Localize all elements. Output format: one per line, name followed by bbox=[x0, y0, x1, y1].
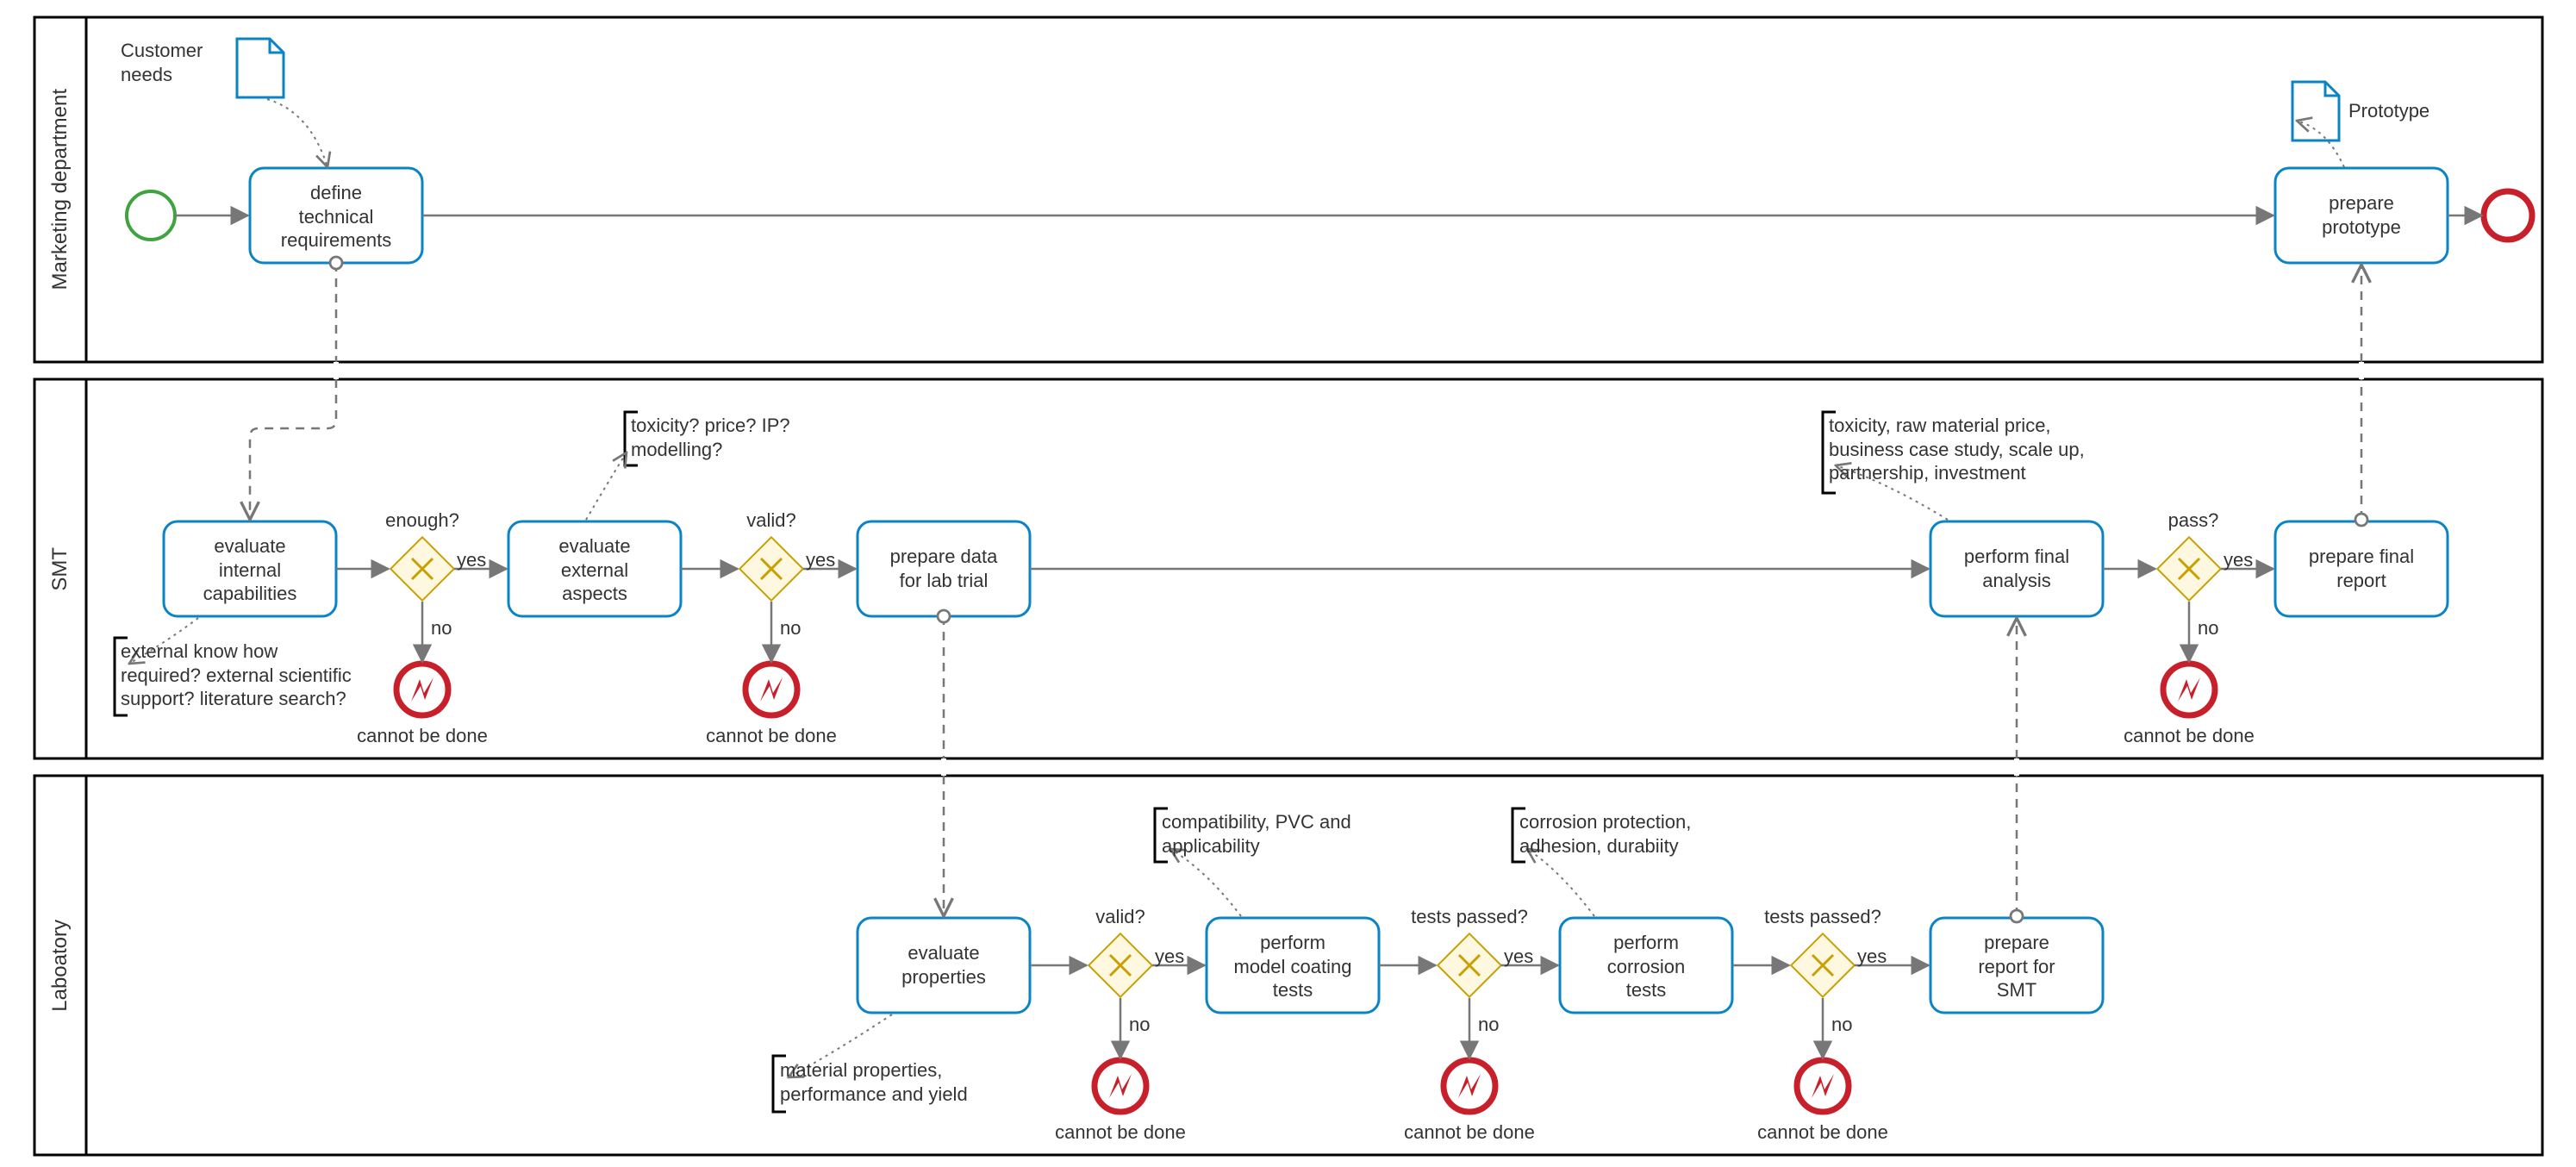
task-frep bbox=[2275, 521, 2448, 616]
task-proto bbox=[2275, 168, 2448, 263]
tasks bbox=[164, 168, 2448, 1013]
document-icon bbox=[237, 39, 284, 97]
lane-label-smt: SMT bbox=[34, 379, 86, 758]
diagram-svg bbox=[0, 0, 2576, 1167]
task-ext bbox=[508, 521, 681, 616]
task-prop bbox=[858, 918, 1030, 1013]
start-event bbox=[127, 191, 175, 240]
task-labrep bbox=[1930, 918, 2103, 1013]
lane-label-marketing: Marketing department bbox=[34, 17, 86, 362]
task-corr bbox=[1560, 918, 1732, 1013]
task-final bbox=[1930, 521, 2103, 616]
task-coat bbox=[1207, 918, 1379, 1013]
lane-label-laboratory: Laboatory bbox=[34, 776, 86, 1155]
error-events bbox=[396, 664, 2215, 1112]
task-intcap bbox=[164, 521, 336, 616]
data-objects bbox=[237, 39, 2339, 140]
bpmn-diagram: Marketing department SMT Laboatory defin… bbox=[0, 0, 2576, 1167]
task-data bbox=[858, 521, 1030, 616]
document-icon bbox=[2292, 82, 2339, 140]
end-event bbox=[2484, 191, 2532, 240]
task-define bbox=[250, 168, 422, 263]
